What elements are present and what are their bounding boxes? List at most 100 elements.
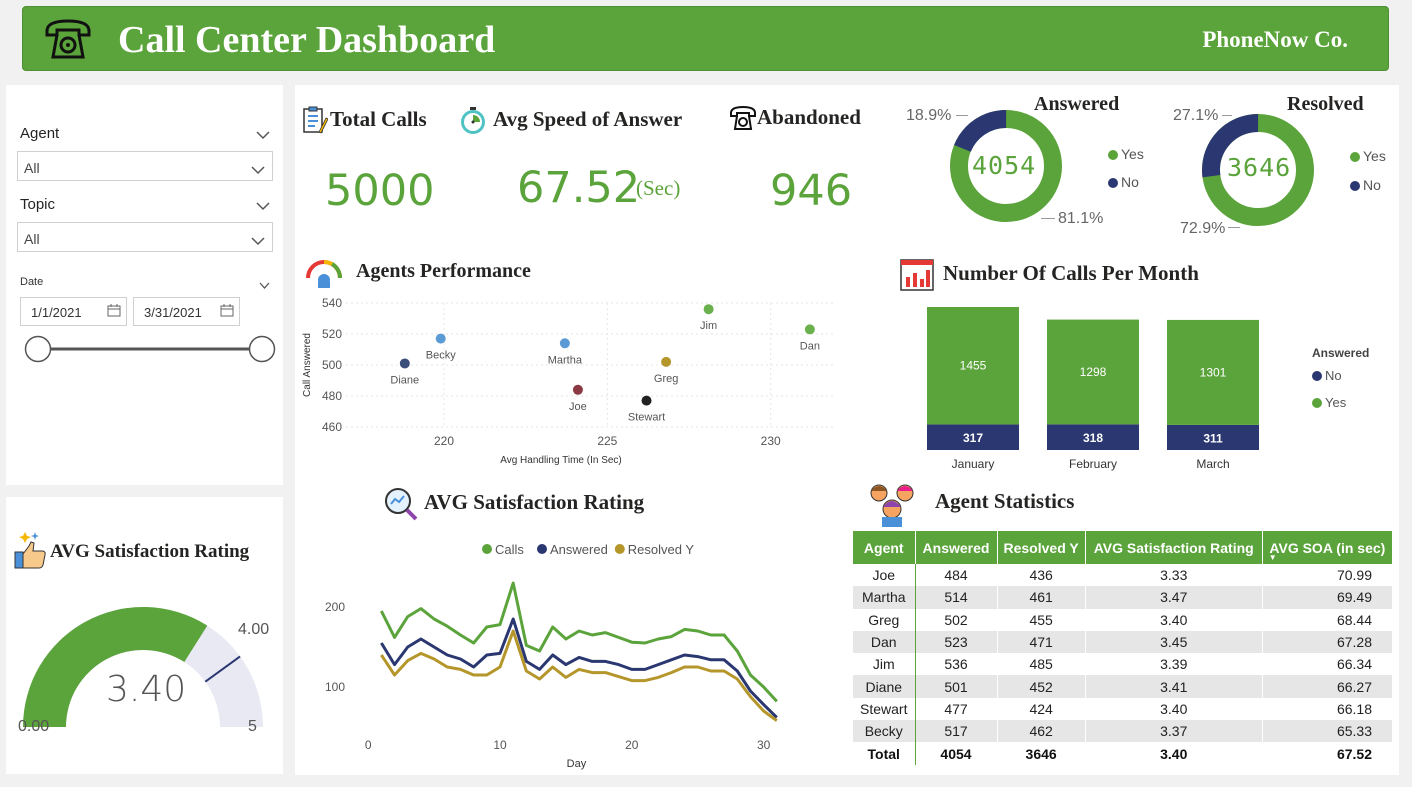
scatter-point[interactable] — [703, 304, 714, 315]
gauge-target-label: 4.00 — [238, 621, 270, 638]
scatter-x-tick: 220 — [434, 434, 454, 448]
line-series[interactable] — [380, 629, 778, 722]
avg-speed-label: Avg Speed of Answer — [493, 107, 683, 131]
table-cell: 3.45 — [1085, 630, 1263, 654]
abandoned-value: 946 — [770, 166, 853, 216]
line-x-axis-label: Day — [567, 758, 587, 770]
table-row[interactable]: Dan 523 471 3.45 67.28 — [853, 630, 1394, 654]
scatter-point-label: Diane — [390, 374, 419, 386]
answered-donut-center: 4054 — [972, 151, 1037, 180]
table-cell: Joe — [853, 564, 916, 587]
gauge-value: 3.40 — [106, 669, 187, 710]
col-header-answered[interactable]: Answered — [915, 531, 998, 564]
scatter-point[interactable] — [559, 338, 570, 349]
table-row[interactable]: Martha 514 461 3.47 69.49 — [853, 586, 1394, 609]
dashboard-title: Call Center Dashboard — [118, 19, 496, 61]
col-header-agent[interactable]: Agent — [853, 531, 916, 564]
table-cell: Greg — [853, 608, 916, 631]
agent-statistics-table: Agent Answered Resolved Y AVG Satisfacti… — [853, 531, 1394, 765]
table-cell: 67.28 — [1262, 630, 1394, 654]
date-range-slider[interactable] — [24, 335, 276, 363]
chevron-down-icon[interactable] — [251, 162, 265, 180]
table-cell: 3646 — [997, 742, 1086, 765]
scatter-point[interactable] — [399, 358, 410, 369]
agent-slicer-label: Agent — [20, 125, 60, 142]
scatter-y-tick: 500 — [322, 358, 342, 372]
range-end-handle[interactable] — [248, 335, 276, 363]
table-row[interactable]: Becky 517 462 3.37 65.33 — [853, 720, 1394, 743]
table-cell: Dan — [853, 630, 916, 654]
col-header-soa[interactable]: AVG SOA (in sec) ▼ — [1262, 531, 1394, 564]
agent-statistics-title: Agent Statistics — [935, 489, 1075, 513]
col-header-satisfaction[interactable]: AVG Satisfaction Rating — [1085, 531, 1263, 564]
legend-marker — [482, 544, 492, 554]
table-row[interactable]: Joe 484 436 3.33 70.99 — [853, 564, 1394, 587]
avg-speed-unit: (Sec) — [636, 176, 681, 200]
calls-legend-no: No — [1312, 368, 1342, 383]
calendar-icon[interactable] — [107, 304, 121, 322]
table-cell: 523 — [915, 630, 998, 654]
bar-category-label: February — [1069, 457, 1117, 471]
topic-dropdown[interactable]: All — [17, 222, 273, 252]
scatter-point-label: Joe — [569, 401, 587, 413]
range-start-handle[interactable] — [24, 335, 52, 363]
scatter-point-label: Becky — [426, 350, 456, 362]
leader-line — [1222, 115, 1232, 116]
resolved-legend-no: No — [1350, 177, 1381, 193]
scatter-point[interactable] — [804, 324, 815, 335]
scatter-point[interactable] — [435, 333, 446, 344]
line-x-tick: 10 — [493, 738, 507, 752]
leader-line — [1228, 227, 1240, 228]
chevron-down-icon[interactable] — [259, 277, 270, 295]
table-cell: Becky — [853, 720, 916, 743]
bar-data-label: 1298 — [1080, 365, 1107, 379]
table-cell: 3.39 — [1085, 653, 1263, 676]
scatter-point[interactable] — [641, 395, 652, 406]
table-cell: 517 — [915, 720, 998, 743]
table-cell: 484 — [915, 564, 998, 587]
total-calls-icon — [302, 106, 329, 139]
table-total-row[interactable]: Total 4054 3646 3.40 67.52 — [853, 742, 1394, 765]
phone-icon — [43, 15, 93, 63]
scatter-point-label: Stewart — [628, 412, 665, 424]
table-row[interactable]: Diane 501 452 3.41 66.27 — [853, 675, 1394, 698]
table-cell: 436 — [997, 564, 1086, 587]
line-legend-label: Answered — [550, 542, 608, 557]
calendar-icon[interactable] — [220, 304, 234, 322]
table-cell: 536 — [915, 653, 998, 676]
chevron-down-icon[interactable] — [256, 198, 270, 216]
bar-data-label: 1301 — [1200, 365, 1227, 379]
line-series[interactable] — [380, 581, 778, 703]
table-row[interactable]: Greg 502 455 3.40 68.44 — [853, 608, 1394, 631]
date-slicer-label: Date — [20, 276, 44, 288]
table-cell: 3.47 — [1085, 586, 1263, 609]
table-cell: 67.52 — [1262, 742, 1394, 765]
table-cell: 66.18 — [1262, 697, 1394, 721]
chevron-down-icon[interactable] — [256, 127, 270, 145]
scatter-point[interactable] — [661, 356, 672, 367]
table-cell: 66.34 — [1262, 653, 1394, 676]
resolved-legend-yes: Yes — [1350, 148, 1386, 164]
table-cell: 471 — [997, 630, 1086, 654]
table-row[interactable]: Stewart 477 424 3.40 66.18 — [853, 697, 1394, 721]
table-cell: 69.49 — [1262, 586, 1394, 609]
table-cell: 68.44 — [1262, 608, 1394, 631]
resolved-donut-center: 3646 — [1227, 153, 1292, 182]
scatter-y-tick: 540 — [322, 296, 342, 310]
line-x-tick: 0 — [365, 738, 372, 752]
table-row[interactable]: Jim 536 485 3.39 66.34 — [853, 653, 1394, 676]
col-header-resolved[interactable]: Resolved Y — [997, 531, 1086, 564]
agent-dropdown[interactable]: All — [17, 151, 273, 181]
resolved-no-pct: 27.1% — [1173, 107, 1219, 124]
table-cell: 3.40 — [1085, 608, 1263, 631]
gauge-min-label: 0.00 — [18, 718, 50, 735]
line-x-tick: 30 — [757, 738, 771, 752]
table-cell: 66.27 — [1262, 675, 1394, 698]
line-y-tick: 100 — [325, 680, 345, 694]
calls-per-month-bar-chart: 317 1455 January 318 1298 February 311 1301 Marc… — [927, 307, 1259, 471]
line-y-tick: 200 — [325, 600, 345, 614]
scatter-point[interactable] — [572, 384, 583, 395]
scatter-y-tick: 460 — [322, 420, 342, 434]
col-header-soa-label: AVG SOA (in sec) — [1269, 539, 1386, 556]
chevron-down-icon[interactable] — [251, 233, 265, 251]
